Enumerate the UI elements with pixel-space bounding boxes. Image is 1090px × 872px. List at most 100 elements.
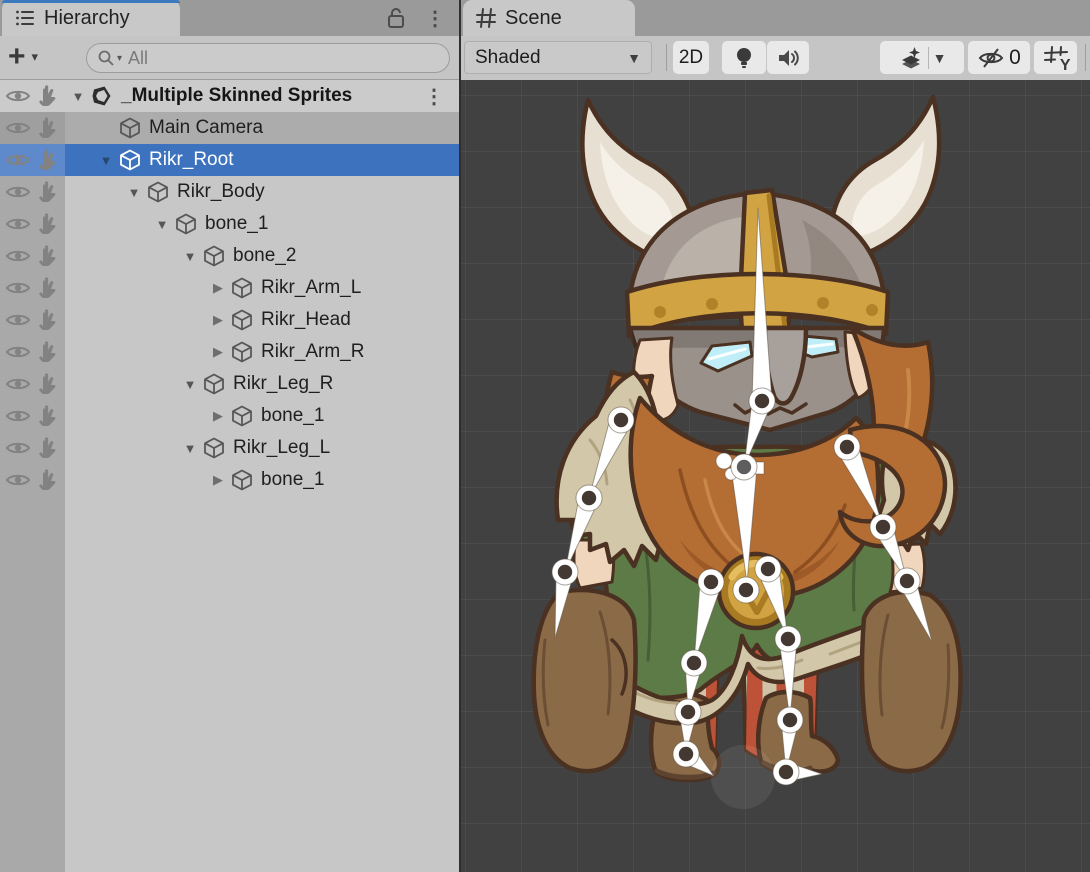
expand-triangle[interactable]: ▼ bbox=[178, 249, 202, 264]
row-gutter bbox=[0, 304, 65, 336]
expand-triangle[interactable]: ▼ bbox=[178, 441, 202, 456]
unlock-icon[interactable] bbox=[385, 6, 407, 30]
scene-visibility-button[interactable]: 0 bbox=[968, 41, 1030, 74]
pick-hand-icon[interactable] bbox=[35, 340, 61, 364]
expand-triangle[interactable]: ▶ bbox=[206, 312, 230, 328]
row-gutter bbox=[0, 464, 65, 496]
pick-hand-icon[interactable] bbox=[35, 116, 61, 140]
expand-triangle[interactable]: ▶ bbox=[206, 280, 230, 296]
kebab-icon[interactable]: ⋮ bbox=[425, 6, 445, 31]
kebab-icon[interactable]: ⋮ bbox=[424, 80, 444, 112]
pick-hand-icon[interactable] bbox=[35, 308, 61, 332]
lighting-toggle-button[interactable] bbox=[722, 41, 766, 74]
scene-grid-icon bbox=[475, 7, 497, 29]
row-gutter bbox=[0, 80, 65, 112]
expand-triangle[interactable]: ▼ bbox=[178, 377, 202, 392]
eye-icon[interactable] bbox=[5, 212, 31, 236]
tree-item-label: bone_1 bbox=[205, 213, 268, 235]
scene-viewport[interactable] bbox=[461, 80, 1090, 872]
bone-handle-icon[interactable] bbox=[716, 453, 732, 469]
shading-mode-dropdown[interactable]: Shaded ▼ bbox=[464, 41, 652, 74]
row-gutter bbox=[0, 432, 65, 464]
hierarchy-tabbar: Hierarchy ⋮ bbox=[0, 0, 459, 36]
search-field[interactable]: ▾ bbox=[86, 43, 450, 73]
expand-triangle[interactable]: ▼ bbox=[66, 89, 90, 104]
eye-icon[interactable] bbox=[5, 84, 31, 108]
button-separator bbox=[928, 47, 929, 69]
eye-icon[interactable] bbox=[5, 404, 31, 428]
2d-toggle-button[interactable]: 2D bbox=[673, 41, 709, 74]
eye-icon[interactable] bbox=[5, 244, 31, 268]
search-input[interactable] bbox=[128, 48, 439, 69]
eye-icon[interactable] bbox=[5, 340, 31, 364]
tree-row-selected[interactable]: ▼ Rikr_Root bbox=[0, 144, 459, 176]
bone-joint-center bbox=[582, 491, 596, 505]
bone-joint-center bbox=[679, 747, 693, 761]
tree-row[interactable]: ▶ Rikr_Arm_L bbox=[0, 272, 459, 304]
eye-icon[interactable] bbox=[5, 148, 31, 172]
pick-hand-icon[interactable] bbox=[35, 404, 61, 428]
expand-triangle[interactable]: ▼ bbox=[122, 185, 146, 200]
bone-joint-center bbox=[761, 562, 775, 576]
shading-mode-label: Shaded bbox=[475, 47, 541, 69]
tree-row[interactable]: ▶ bone_1 bbox=[0, 464, 459, 496]
gameobject-cube-icon bbox=[230, 468, 254, 492]
pick-hand-icon[interactable] bbox=[35, 180, 61, 204]
audio-toggle-button[interactable] bbox=[767, 41, 809, 74]
tree-row[interactable]: ▼ bone_1 bbox=[0, 208, 459, 240]
hierarchy-list-icon bbox=[14, 7, 36, 29]
chevron-down-icon: ▾ bbox=[32, 49, 39, 65]
tab-scene[interactable]: Scene bbox=[463, 0, 635, 36]
effects-dropdown-button[interactable]: ▼ bbox=[880, 41, 964, 74]
tree-row[interactable]: ▶ Rikr_Arm_R bbox=[0, 336, 459, 368]
eye-icon[interactable] bbox=[5, 468, 31, 492]
tree-item-label: Rikr_Leg_L bbox=[233, 437, 330, 459]
tree-row[interactable]: Main Camera bbox=[0, 112, 459, 144]
gameobject-cube-icon bbox=[230, 308, 254, 332]
bone-joint-center bbox=[704, 575, 718, 589]
eye-icon[interactable] bbox=[5, 116, 31, 140]
tree-item-label: Rikr_Body bbox=[177, 181, 265, 203]
eye-icon[interactable] bbox=[5, 436, 31, 460]
expand-triangle[interactable]: ▼ bbox=[94, 153, 118, 168]
pick-hand-icon[interactable] bbox=[35, 84, 61, 108]
create-menu-button[interactable]: + ▾ bbox=[8, 43, 38, 71]
chevron-down-icon: ▼ bbox=[627, 50, 641, 66]
row-gutter bbox=[0, 240, 65, 272]
tree-row[interactable]: ▼ Rikr_Leg_R bbox=[0, 368, 459, 400]
expand-triangle[interactable]: ▼ bbox=[150, 217, 174, 232]
pick-hand-icon[interactable] bbox=[35, 244, 61, 268]
tree-row[interactable]: ▼ Rikr_Leg_L bbox=[0, 432, 459, 464]
gameobject-cube-icon bbox=[202, 436, 226, 460]
tree-row[interactable]: ▶ Rikr_Head bbox=[0, 304, 459, 336]
expand-triangle[interactable]: ▶ bbox=[206, 408, 230, 424]
tree-row[interactable]: ▼ bone_2 bbox=[0, 240, 459, 272]
tree-item-label: bone_1 bbox=[261, 469, 324, 491]
expand-triangle[interactable]: ▶ bbox=[206, 472, 230, 488]
tree-row[interactable]: ▼ Rikr_Body bbox=[0, 176, 459, 208]
pick-hand-icon[interactable] bbox=[35, 212, 61, 236]
bone-joint-center bbox=[783, 713, 797, 727]
expand-triangle[interactable]: ▶ bbox=[206, 344, 230, 360]
tree-row[interactable]: ▼ _Multiple Skinned Sprites ⋮ bbox=[0, 80, 459, 112]
eye-icon[interactable] bbox=[5, 372, 31, 396]
eye-icon[interactable] bbox=[5, 308, 31, 332]
tree-item-label: Main Camera bbox=[149, 117, 263, 139]
pick-hand-icon[interactable] bbox=[35, 148, 61, 172]
eye-icon[interactable] bbox=[5, 276, 31, 300]
2d-label: 2D bbox=[679, 47, 703, 69]
tab-hierarchy[interactable]: Hierarchy bbox=[2, 0, 180, 36]
pick-hand-icon[interactable] bbox=[35, 468, 61, 492]
scene-panel: Scene Shaded ▼ 2D bbox=[461, 0, 1090, 872]
pick-hand-icon[interactable] bbox=[35, 372, 61, 396]
toolbar-separator bbox=[666, 44, 667, 71]
row-gutter bbox=[0, 272, 65, 304]
tree-row[interactable]: ▶ bone_1 bbox=[0, 400, 459, 432]
grid-axis-button[interactable]: Y bbox=[1034, 41, 1077, 74]
eye-slash-icon bbox=[977, 46, 1005, 70]
pick-hand-icon[interactable] bbox=[35, 436, 61, 460]
pick-hand-icon[interactable] bbox=[35, 276, 61, 300]
tree-item-label: Rikr_Arm_L bbox=[261, 277, 361, 299]
eye-icon[interactable] bbox=[5, 180, 31, 204]
toolbar-separator bbox=[1085, 44, 1086, 71]
